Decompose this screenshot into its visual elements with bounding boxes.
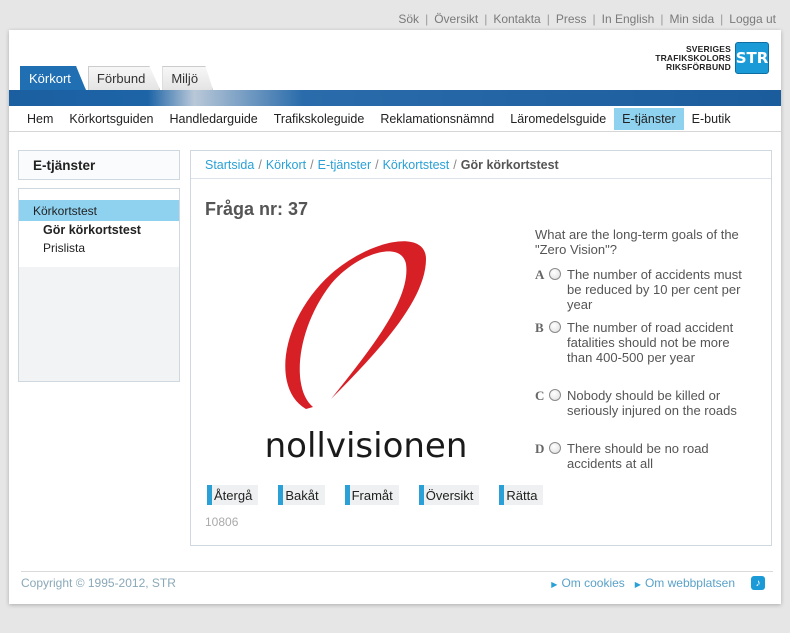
- nav-item-reklamationsnamnd[interactable]: Reklamationsnämnd: [372, 108, 502, 130]
- readspeaker-icon[interactable]: ♪: [751, 576, 765, 590]
- top-link-english[interactable]: In English: [602, 12, 655, 26]
- nav-item-e-tjanster[interactable]: E-tjänster: [614, 107, 684, 130]
- tab-miljo[interactable]: Miljö: [162, 66, 214, 90]
- previous-button[interactable]: Bakåt: [278, 485, 325, 505]
- breadcrumb-separator: /: [375, 157, 379, 172]
- sidebar-item-prislista[interactable]: Prislista: [19, 239, 179, 257]
- nav-item-handledarguide[interactable]: Handledarguide: [161, 108, 265, 130]
- breadcrumb-link[interactable]: Körkortstest: [383, 158, 450, 172]
- red-swoosh-icon: [285, 241, 426, 409]
- tab-forbund[interactable]: Förbund: [87, 66, 161, 90]
- question-code: 10806: [205, 515, 239, 529]
- breadcrumb-link[interactable]: E-tjänster: [318, 158, 372, 172]
- separator: |: [720, 12, 724, 26]
- separator: |: [660, 12, 664, 26]
- page-frame: SVERIGES TRAFIKSKOLORS RIKSFÖRBUND STR K…: [9, 30, 781, 604]
- breadcrumb: Startsida / Körkort / E-tjänster / Körkorts…: [191, 151, 771, 179]
- answer-letter: D: [535, 441, 545, 456]
- nollvisionen-logo-text: nollvisionen: [265, 426, 468, 466]
- footer-link-label: Om webbplatsen: [644, 576, 735, 590]
- top-link-press[interactable]: Press: [556, 12, 587, 26]
- top-links: Sök | Översikt | Kontakta | Press | In Engli…: [398, 12, 776, 26]
- triangle-icon: ▶: [634, 580, 641, 589]
- answer-c-radio[interactable]: [549, 389, 561, 401]
- answer-text: Nobody should be killed or seriously inj…: [567, 388, 737, 418]
- top-link-contact[interactable]: Kontakta: [493, 12, 540, 26]
- question-title: Fråga nr: 37: [205, 199, 309, 219]
- answer-a[interactable]: A The number of accidents must be reduce…: [535, 267, 765, 312]
- back-to-start-button[interactable]: Återgå: [207, 485, 259, 505]
- nav-item-laromedelsguide[interactable]: Läromedelsguide: [502, 108, 614, 130]
- top-link-search[interactable]: Sök: [398, 12, 419, 26]
- breadcrumb-current: Gör körkortstest: [460, 157, 559, 172]
- nav-item-trafikskoleguide[interactable]: Trafikskoleguide: [266, 108, 373, 130]
- triangle-icon: ▶: [551, 580, 558, 589]
- str-logo-icon: STR: [735, 42, 769, 74]
- separator: |: [592, 12, 596, 26]
- nollvisionen-image: nollvisionen: [265, 241, 468, 466]
- logo-line: RIKSFÖRBUND: [665, 61, 731, 72]
- footer-divider: [21, 571, 773, 572]
- breadcrumb-separator: /: [258, 157, 262, 172]
- overview-button[interactable]: Översikt: [418, 485, 480, 505]
- answer-b[interactable]: B The number of road accident fatalities…: [535, 320, 765, 365]
- answer-text: The number of accidents must be reduced …: [567, 267, 742, 312]
- answer-letter: C: [535, 388, 545, 403]
- top-link-logout[interactable]: Logga ut: [729, 12, 776, 26]
- question-text: What are the long-term goals of the "Zer…: [535, 227, 739, 257]
- question-buttons: Återgå Bakåt Framåt Översikt Rätta: [207, 485, 563, 505]
- sidebar-item-gor-korkortstest[interactable]: Gör körkortstest: [19, 221, 179, 239]
- answer-c[interactable]: C Nobody should be killed or seriously i…: [535, 388, 765, 418]
- answer-letter: B: [535, 320, 544, 335]
- breadcrumb-separator: /: [310, 157, 314, 172]
- footer-links: ▶ Om cookies ▶ Om webbplatsen ♪: [551, 576, 765, 590]
- breadcrumb-separator: /: [453, 157, 457, 172]
- separator: |: [484, 12, 488, 26]
- tab-korkort[interactable]: Körkort: [20, 66, 86, 90]
- answer-d[interactable]: D There should be no road accidents at a…: [535, 441, 765, 471]
- nav-item-korkortsguiden[interactable]: Körkortsguiden: [61, 108, 161, 130]
- answer-b-radio[interactable]: [549, 321, 561, 333]
- answer-letter: A: [535, 267, 545, 282]
- copyright: Copyright © 1995-2012, STR: [21, 576, 176, 590]
- answer-a-radio[interactable]: [549, 268, 561, 280]
- footer-link-about[interactable]: ▶ Om webbplatsen: [635, 576, 735, 590]
- section-tabs: Körkort Förbund Miljö: [20, 66, 214, 90]
- main-nav: Hem Körkortsguiden Handledarguide Trafik…: [9, 106, 781, 132]
- grade-button[interactable]: Rätta: [499, 485, 544, 505]
- nav-item-e-butik[interactable]: E-butik: [684, 108, 739, 130]
- breadcrumb-link[interactable]: Körkort: [266, 158, 306, 172]
- sidebar-menu-list: Körkortstest Gör körkortstest Prislista: [19, 189, 179, 267]
- sidebar-title: E-tjänster: [18, 150, 180, 180]
- top-link-overview[interactable]: Översikt: [434, 12, 478, 26]
- answer-d-radio[interactable]: [549, 442, 561, 454]
- sidebar-menu: Körkortstest Gör körkortstest Prislista: [18, 188, 180, 382]
- sidebar-item-korkortstest[interactable]: Körkortstest: [19, 200, 179, 221]
- header-bar: [9, 90, 781, 106]
- logo-text: SVERIGES TRAFIKSKOLORS RIKSFÖRBUND: [655, 44, 731, 72]
- separator: |: [546, 12, 550, 26]
- breadcrumb-link[interactable]: Startsida: [205, 158, 254, 172]
- footer-link-label: Om cookies: [561, 576, 625, 590]
- top-link-my-page[interactable]: Min sida: [669, 12, 714, 26]
- answer-text: The number of road accident fatalities s…: [567, 320, 734, 365]
- separator: |: [425, 12, 429, 26]
- str-logo[interactable]: SVERIGES TRAFIKSKOLORS RIKSFÖRBUND STR: [655, 42, 769, 74]
- main-content: Startsida / Körkort / E-tjänster / Körkorts…: [190, 150, 772, 546]
- footer-link-cookies[interactable]: ▶ Om cookies: [551, 576, 625, 590]
- answer-text: There should be no road accidents at all: [567, 441, 709, 471]
- nav-item-hem[interactable]: Hem: [19, 108, 61, 130]
- next-button[interactable]: Framåt: [344, 485, 399, 505]
